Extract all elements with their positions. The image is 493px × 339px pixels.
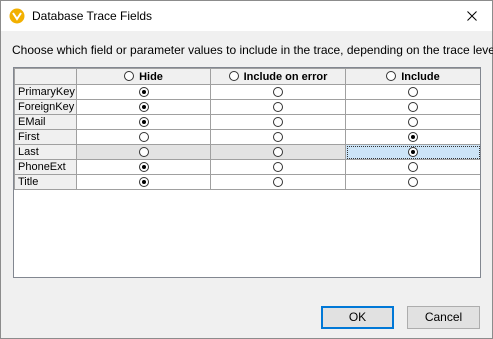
radio-cell[interactable]	[210, 99, 346, 115]
row-header: First	[14, 129, 77, 145]
row-header: ForeignKey	[14, 99, 77, 115]
trace-table: Hide Include on error Include PrimaryKey…	[14, 68, 480, 190]
radio-icon[interactable]	[228, 70, 239, 81]
radio-cell[interactable]	[210, 129, 346, 145]
row-header: Last	[14, 144, 77, 160]
radio-selected-icon[interactable]	[138, 177, 149, 188]
row-header: PrimaryKey	[14, 84, 77, 100]
radio-cell[interactable]	[345, 129, 480, 145]
table-row: ForeignKey	[14, 99, 480, 115]
radio-cell[interactable]	[210, 114, 346, 130]
radio-icon[interactable]	[408, 177, 418, 188]
radio-selected-icon[interactable]	[138, 117, 149, 128]
radio-icon[interactable]	[273, 132, 283, 143]
radio-cell[interactable]	[76, 129, 211, 145]
radio-cell[interactable]	[345, 159, 480, 175]
radio-cell[interactable]	[345, 144, 480, 160]
title-bar: Database Trace Fields	[1, 1, 492, 31]
radio-cell[interactable]	[210, 84, 346, 100]
column-label: Include on error	[243, 70, 328, 83]
radio-selected-icon[interactable]	[408, 132, 418, 143]
radio-cell[interactable]	[345, 114, 480, 130]
close-icon	[467, 11, 477, 21]
row-header: Title	[14, 174, 77, 190]
column-label: Include	[401, 70, 440, 83]
radio-icon[interactable]	[273, 162, 283, 173]
row-header: EMail	[14, 114, 77, 130]
radio-cell[interactable]	[210, 159, 346, 175]
app-icon	[9, 8, 25, 24]
table-row: EMail	[14, 114, 480, 130]
cancel-button[interactable]: Cancel	[407, 306, 480, 329]
radio-icon[interactable]	[273, 87, 283, 98]
radio-cell[interactable]	[210, 174, 346, 190]
radio-selected-icon[interactable]	[408, 147, 418, 158]
radio-selected-icon[interactable]	[138, 87, 149, 98]
radio-icon[interactable]	[408, 162, 418, 173]
radio-icon[interactable]	[408, 87, 418, 98]
radio-icon[interactable]	[408, 102, 418, 113]
column-header-hide[interactable]: Hide	[76, 68, 211, 85]
radio-cell[interactable]	[76, 84, 211, 100]
radio-cell[interactable]	[210, 144, 346, 160]
table-row: First	[14, 129, 480, 145]
radio-selected-icon[interactable]	[138, 102, 149, 113]
column-header-include[interactable]: Include	[345, 68, 480, 85]
column-header-include-on-error[interactable]: Include on error	[210, 68, 346, 85]
radio-cell[interactable]	[345, 99, 480, 115]
table-row: PhoneExt	[14, 159, 480, 175]
column-label: Hide	[139, 70, 163, 83]
radio-icon[interactable]	[124, 70, 135, 81]
radio-icon[interactable]	[273, 177, 283, 188]
radio-cell[interactable]	[345, 84, 480, 100]
row-header: PhoneExt	[14, 159, 77, 175]
radio-icon[interactable]	[408, 117, 418, 128]
radio-icon[interactable]	[273, 147, 283, 158]
ok-button[interactable]: OK	[321, 306, 394, 329]
radio-cell[interactable]	[76, 144, 211, 160]
radio-icon[interactable]	[138, 147, 149, 158]
close-button[interactable]	[452, 1, 492, 31]
radio-selected-icon[interactable]	[138, 162, 149, 173]
trace-fields-grid: Hide Include on error Include PrimaryKey…	[13, 67, 481, 278]
radio-icon[interactable]	[273, 117, 283, 128]
radio-cell[interactable]	[76, 159, 211, 175]
window-title: Database Trace Fields	[32, 9, 153, 23]
header-row: Hide Include on error Include	[14, 68, 480, 85]
table-row: PrimaryKey	[14, 84, 480, 100]
radio-cell[interactable]	[76, 174, 211, 190]
radio-cell[interactable]	[76, 99, 211, 115]
table-row: Title	[14, 174, 480, 190]
dialog-window: Database Trace Fields Choose which field…	[0, 0, 493, 339]
radio-cell[interactable]	[76, 114, 211, 130]
radio-icon[interactable]	[138, 132, 149, 143]
radio-icon[interactable]	[386, 70, 397, 81]
radio-icon[interactable]	[273, 102, 283, 113]
radio-cell[interactable]	[345, 174, 480, 190]
corner-cell	[14, 68, 77, 85]
table-row: Last	[14, 144, 480, 160]
instructions-text: Choose which field or parameter values t…	[12, 43, 493, 57]
